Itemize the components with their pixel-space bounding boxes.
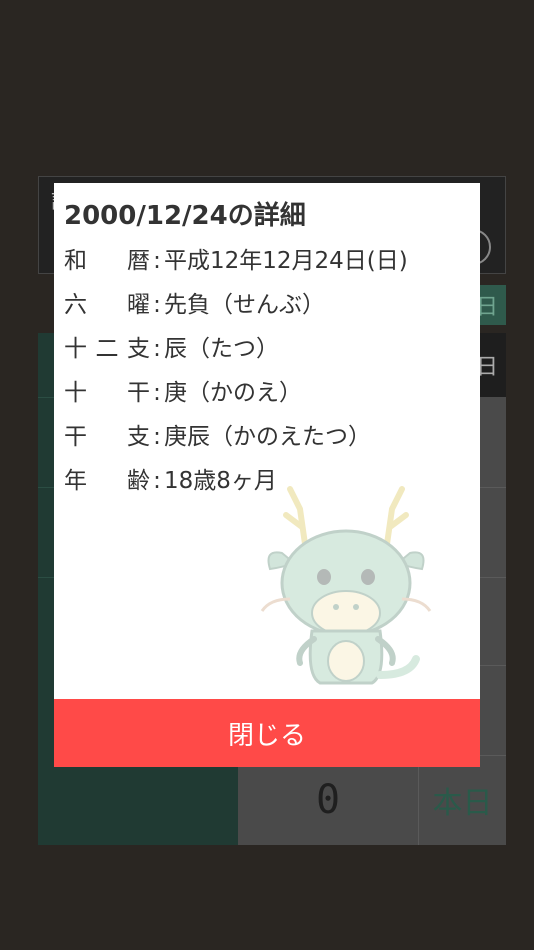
info-label: 六 曜 xyxy=(64,292,150,318)
info-colon: : xyxy=(153,248,161,274)
info-label: 和 暦 xyxy=(64,248,150,274)
info-value: 辰（たつ） xyxy=(164,336,279,362)
info-row-jikkan: 十 干 : 庚（かのえ） xyxy=(64,373,302,407)
background-today-button: 本日 xyxy=(418,755,506,845)
dragon-mascot-icon xyxy=(260,486,432,685)
info-colon: : xyxy=(153,336,161,362)
info-value: 平成12年12月24日(日) xyxy=(164,248,408,274)
date-detail-dialog: 2000/12/24の詳細 和 暦 : 平成12年12月24日(日) 六 曜 :… xyxy=(54,183,480,767)
info-row-wareki: 和 暦 : 平成12年12月24日(日) xyxy=(64,241,408,275)
info-row-junishi: 十二支 : 辰（たつ） xyxy=(64,329,279,363)
info-label: 十 干 xyxy=(64,380,150,406)
close-button[interactable]: 閉じる xyxy=(54,699,480,767)
info-row-eto: 干 支 : 庚辰（かのえたつ） xyxy=(64,417,371,451)
info-colon: : xyxy=(153,292,161,318)
info-value: 先負（せんぶ） xyxy=(164,292,325,318)
info-row-age: 年 齢 : 18歳8ヶ月 xyxy=(64,461,277,495)
info-value: 庚（かのえ） xyxy=(164,380,302,406)
info-label: 年 齢 xyxy=(64,468,150,494)
info-colon: : xyxy=(153,380,161,406)
info-colon: : xyxy=(153,424,161,450)
info-colon: : xyxy=(153,468,161,494)
dialog-title: 2000/12/24の詳細 xyxy=(64,201,306,231)
info-row-rokuyo: 六 曜 : 先負（せんぶ） xyxy=(64,285,325,319)
background-number-display: 0 xyxy=(315,777,341,823)
info-label: 十二支 xyxy=(64,336,150,362)
info-value: 庚辰（かのえたつ） xyxy=(164,424,371,450)
info-label: 干 支 xyxy=(64,424,150,450)
